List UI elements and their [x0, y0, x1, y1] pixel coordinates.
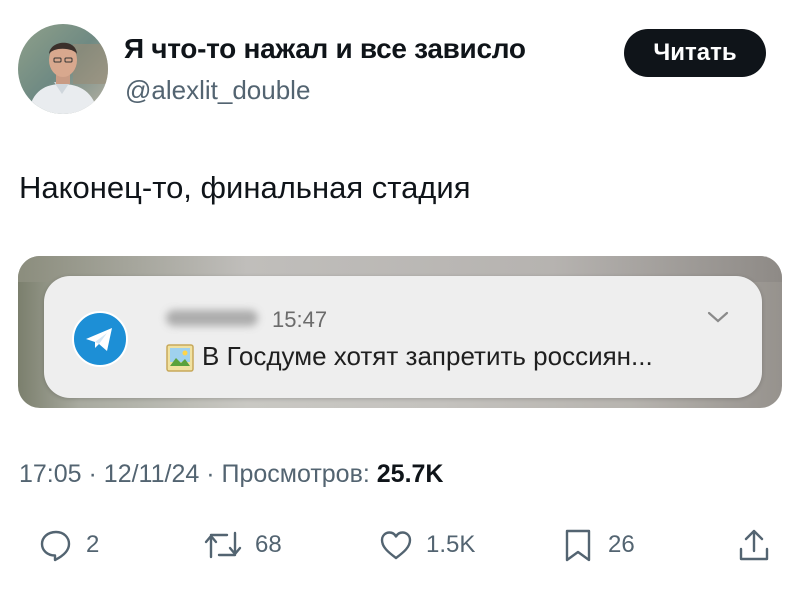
notification-time: 15:47 — [272, 307, 328, 332]
retweet-icon — [204, 531, 242, 559]
bookmark-button[interactable]: 26 — [560, 526, 635, 564]
notification-message: В Госдуме хотят запретить россиян... — [202, 341, 653, 371]
meta-separator: · — [88, 460, 97, 488]
retweet-count: 68 — [255, 531, 282, 558]
tweet-meta: 17:05 · 12/11/24 · Просмотров: 25.7K — [19, 460, 443, 489]
like-button[interactable]: 1.5K — [378, 526, 475, 564]
bookmark-icon — [565, 529, 591, 562]
follow-button[interactable]: Читать — [624, 29, 766, 77]
sender-name-blurred — [166, 310, 258, 326]
reply-icon — [40, 530, 71, 562]
image-thumbnail-icon — [166, 344, 194, 372]
meta-separator: · — [206, 460, 215, 488]
reply-button[interactable]: 2 — [38, 526, 99, 564]
retweet-button[interactable]: 68 — [203, 526, 282, 564]
tweet-date[interactable]: 12/11/24 — [104, 460, 199, 488]
share-icon — [739, 529, 769, 561]
author-name[interactable]: Я что-то нажал и все зависло — [124, 33, 526, 65]
views-count: 25.7K — [376, 460, 444, 488]
like-count: 1.5K — [426, 531, 476, 558]
tweet-time[interactable]: 17:05 — [19, 460, 82, 488]
share-button[interactable] — [736, 526, 772, 564]
telegram-icon — [71, 310, 129, 368]
heart-icon — [380, 531, 412, 560]
views-label: Просмотров: — [221, 460, 370, 488]
author-handle[interactable]: @alexlit_double — [125, 75, 310, 106]
avatar[interactable] — [18, 24, 108, 114]
tweet-text: Наконец-то, финальная стадия — [19, 170, 471, 205]
telegram-notification — [44, 276, 762, 398]
profile-photo-icon — [18, 24, 108, 114]
bookmark-count: 26 — [608, 531, 635, 558]
reply-count: 2 — [86, 531, 100, 558]
chevron-down-icon — [706, 310, 730, 324]
